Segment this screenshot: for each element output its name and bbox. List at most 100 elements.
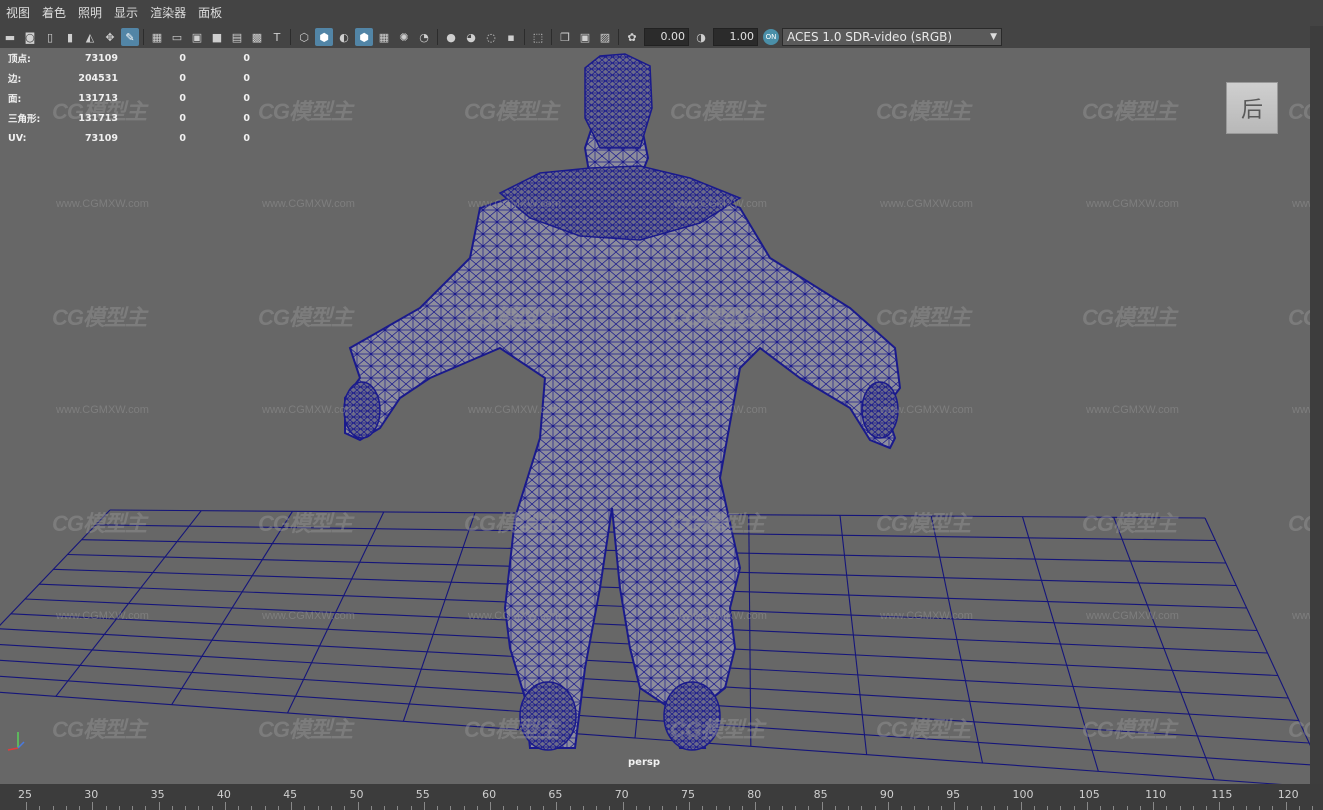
menu-shading[interactable]: 着色 <box>36 0 72 26</box>
gate-mask-icon[interactable]: ■ <box>208 28 226 46</box>
frame-tick <box>529 806 531 810</box>
wireframe-icon[interactable]: ⬡ <box>295 28 313 46</box>
exposure-field[interactable]: 0.00 <box>644 28 689 46</box>
menu-panels[interactable]: 面板 <box>192 0 228 26</box>
viewport-toolbar: ▬ ◙ ▯ ▮ ◭ ✥ ✎ ▦ ▭ ▣ ■ ▤ ▩ T ⬡ ⬢ ◐ ⬢ ▦ ✺ … <box>0 26 1310 48</box>
watermark-url: www.CGMXW.com <box>468 610 561 622</box>
pencil-icon[interactable]: ✎ <box>121 28 139 46</box>
watermark-url: www.CGMXW.com <box>1086 404 1179 416</box>
viewcube[interactable]: 后 <box>1226 82 1278 134</box>
frame-tick <box>251 806 253 810</box>
frame-tick <box>834 806 836 810</box>
watermark-logo: CG模型主 <box>52 511 147 536</box>
frame-tick <box>821 802 823 810</box>
smooth-shade-icon[interactable]: ⬢ <box>315 28 333 46</box>
toolbar-divider <box>437 29 438 45</box>
frame-tick <box>238 806 240 810</box>
frame-tick <box>423 802 425 810</box>
image-plane-icon[interactable]: ▮ <box>61 28 79 46</box>
watermark-url: www.CGMXW.com <box>1086 198 1179 210</box>
watermark-logo: CG模型主 <box>876 305 971 330</box>
default-material-icon[interactable]: ◐ <box>335 28 353 46</box>
frame-tick <box>171 806 173 810</box>
watermark-logo: CG模型主 <box>258 305 353 330</box>
frame-tick <box>1285 802 1287 810</box>
viewport-persp[interactable]: CG模型主 www.CGMXW.com CG模型主 www.CGMXW.com CG模型… <box>0 48 1310 784</box>
frame-tick <box>808 806 810 810</box>
depth-of-field-icon[interactable]: ▪ <box>502 28 520 46</box>
bookmark-icon[interactable]: ▯ <box>41 28 59 46</box>
frame-label: 85 <box>813 788 828 801</box>
resolution-gate-icon[interactable]: ▣ <box>188 28 206 46</box>
watermark-logo: CG模型主 <box>670 717 765 742</box>
toolbar-divider <box>618 29 619 45</box>
frame-label: 80 <box>747 788 762 801</box>
viewport-scrollbar[interactable] <box>1310 26 1323 784</box>
motion-blur-icon[interactable]: ◕ <box>462 28 480 46</box>
frame-tick <box>742 806 744 810</box>
hud-row-edges: 边: 204531 0 0 <box>8 68 250 88</box>
frame-tick <box>1166 806 1168 810</box>
menu-lighting[interactable]: 照明 <box>72 0 108 26</box>
frame-tick <box>940 806 942 810</box>
gamma-field[interactable]: 1.00 <box>713 28 758 46</box>
grease-pencil-icon[interactable]: ✥ <box>101 28 119 46</box>
frame-tick <box>344 806 346 810</box>
frame-tick <box>1126 806 1128 810</box>
multisample-aa-icon[interactable]: ◌ <box>482 28 500 46</box>
watermark-logo: CG模型主 <box>670 511 765 536</box>
menu-show[interactable]: 显示 <box>108 0 144 26</box>
film-gate-icon[interactable]: ▭ <box>168 28 186 46</box>
textured-icon[interactable]: ▦ <box>375 28 393 46</box>
watermark-logo: CG模型主 <box>1288 305 1310 330</box>
frame-tick <box>185 806 187 810</box>
view-transform-dropdown[interactable]: ACES 1.0 SDR-video (sRGB) ▼ <box>782 28 1002 46</box>
shadows-icon[interactable]: ◔ <box>415 28 433 46</box>
safe-action-icon[interactable]: ▩ <box>248 28 266 46</box>
time-slider[interactable]: 25 30 35 40 45 50 55 60 65 70 75 80 85 90 95 100 105 110 1… <box>0 784 1323 810</box>
camera-attributes-icon[interactable]: ◙ <box>21 28 39 46</box>
frame-tick <box>1219 802 1221 810</box>
watermark-url: www.CGMXW.com <box>674 610 767 622</box>
hud-value: 73109 <box>84 132 118 144</box>
frame-tick <box>317 806 319 810</box>
frame-label: 75 <box>681 788 695 801</box>
watermark-logo: CG模型主 <box>464 511 559 536</box>
field-chart-icon[interactable]: ▤ <box>228 28 246 46</box>
hud-label: 三角形: <box>8 114 41 125</box>
menu-renderer[interactable]: 渲染器 <box>144 0 192 26</box>
frame-label: 50 <box>349 788 364 801</box>
grid-icon[interactable]: ▦ <box>148 28 166 46</box>
toolbar-divider <box>551 29 552 45</box>
2d-pan-icon[interactable]: ◭ <box>81 28 99 46</box>
camera-select-icon[interactable]: ▬ <box>1 28 19 46</box>
frame-tick <box>675 806 677 810</box>
frame-label: 40 <box>216 788 231 801</box>
frame-tick <box>1259 806 1261 810</box>
xray-icon[interactable]: ❐ <box>556 28 574 46</box>
gamma-icon[interactable]: ◑ <box>692 28 710 46</box>
safe-title-icon[interactable]: T <box>268 28 286 46</box>
xray-joints-icon[interactable]: ▣ <box>576 28 594 46</box>
xray-components-icon[interactable]: ▨ <box>596 28 614 46</box>
lights-icon[interactable]: ✺ <box>395 28 413 46</box>
isolate-select-icon[interactable]: ⬚ <box>529 28 547 46</box>
hud-value: 0 <box>243 112 250 124</box>
frame-label: 115 <box>1211 788 1233 801</box>
frame-tick <box>543 806 545 810</box>
menu-view[interactable]: 视图 <box>0 0 36 26</box>
frame-tick <box>954 802 956 810</box>
frame-label: 25 <box>18 788 32 801</box>
color-management-toggle[interactable]: ON <box>763 29 779 45</box>
frame-tick <box>1139 806 1141 810</box>
watermark-logo: CG模型主 <box>464 305 559 330</box>
frame-tick <box>224 802 226 810</box>
wireframe-on-shaded-icon[interactable]: ⬢ <box>355 28 373 46</box>
screen-space-ao-icon[interactable]: ● <box>442 28 460 46</box>
exposure-icon[interactable]: ✿ <box>623 28 641 46</box>
frame-tick <box>450 806 452 810</box>
frame-tick <box>635 806 637 810</box>
frame-tick <box>755 802 757 810</box>
watermark-logo: CG模型主 <box>1288 717 1310 742</box>
frame-tick <box>1245 806 1247 810</box>
